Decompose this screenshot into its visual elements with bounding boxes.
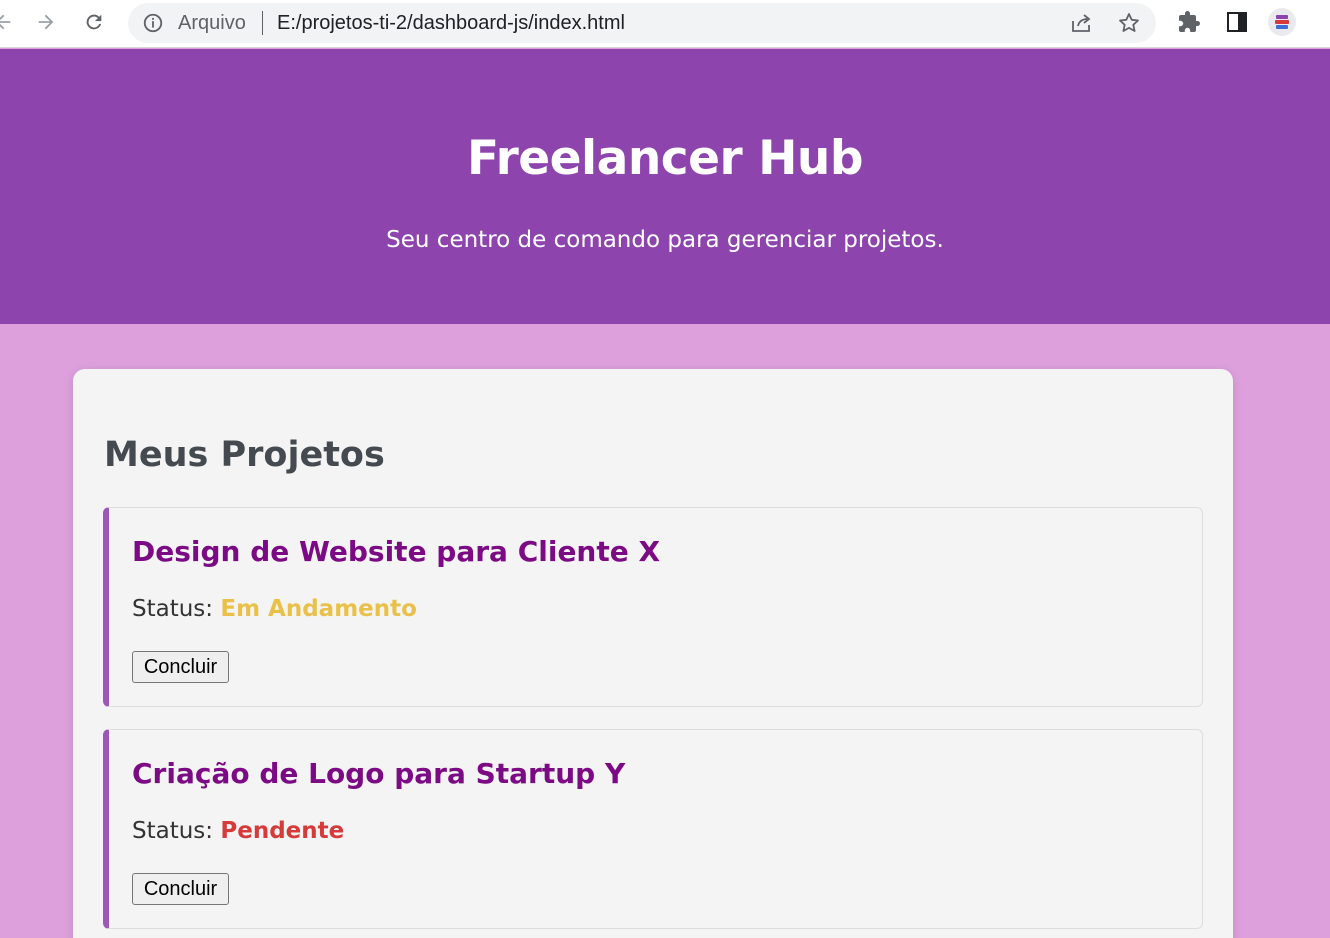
extensions-icon[interactable] — [1175, 8, 1203, 36]
project-card: Design de Website para Cliente X Status:… — [103, 507, 1203, 707]
info-icon[interactable] — [142, 12, 164, 34]
section-title: Meus Projetos — [104, 435, 385, 475]
status-label: Status: — [132, 596, 214, 622]
page-subtitle: Seu centro de comando para gerenciar pro… — [386, 227, 944, 253]
url-text[interactable]: E:/projetos-ti-2/dashboard-js/index.html — [277, 12, 625, 35]
share-icon[interactable] — [1068, 10, 1094, 36]
conclude-button[interactable]: Concluir — [132, 651, 229, 683]
page-header: Freelancer Hub Seu centro de comando par… — [0, 49, 1330, 324]
page-title: Freelancer Hub — [466, 131, 864, 186]
reload-icon[interactable] — [79, 7, 109, 37]
profile-icon[interactable] — [1268, 8, 1296, 36]
project-status: Status: Em Andamento — [132, 596, 417, 622]
project-title: Criação de Logo para Startup Y — [132, 757, 626, 790]
project-card: Criação de Logo para Startup Y Status: P… — [103, 729, 1203, 929]
project-status: Status: Pendente — [132, 818, 344, 844]
status-value: Em Andamento — [220, 596, 417, 622]
site-security-label: Arquivo — [178, 12, 246, 34]
address-bar[interactable]: Arquivo E:/projetos-ti-2/dashboard-js/in… — [128, 3, 1156, 43]
browser-toolbar: Arquivo E:/projetos-ti-2/dashboard-js/in… — [0, 0, 1330, 48]
star-icon[interactable] — [1116, 10, 1142, 36]
projects-container: Meus Projetos Design de Website para Cli… — [73, 369, 1233, 938]
status-value: Pendente — [220, 818, 345, 844]
conclude-button[interactable]: Concluir — [132, 873, 229, 905]
back-arrow-icon[interactable] — [0, 7, 18, 37]
status-label: Status: — [132, 818, 214, 844]
separator — [262, 11, 263, 35]
forward-arrow-icon[interactable] — [31, 7, 61, 37]
side-panel-icon[interactable] — [1223, 8, 1251, 36]
project-title: Design de Website para Cliente X — [132, 535, 661, 568]
